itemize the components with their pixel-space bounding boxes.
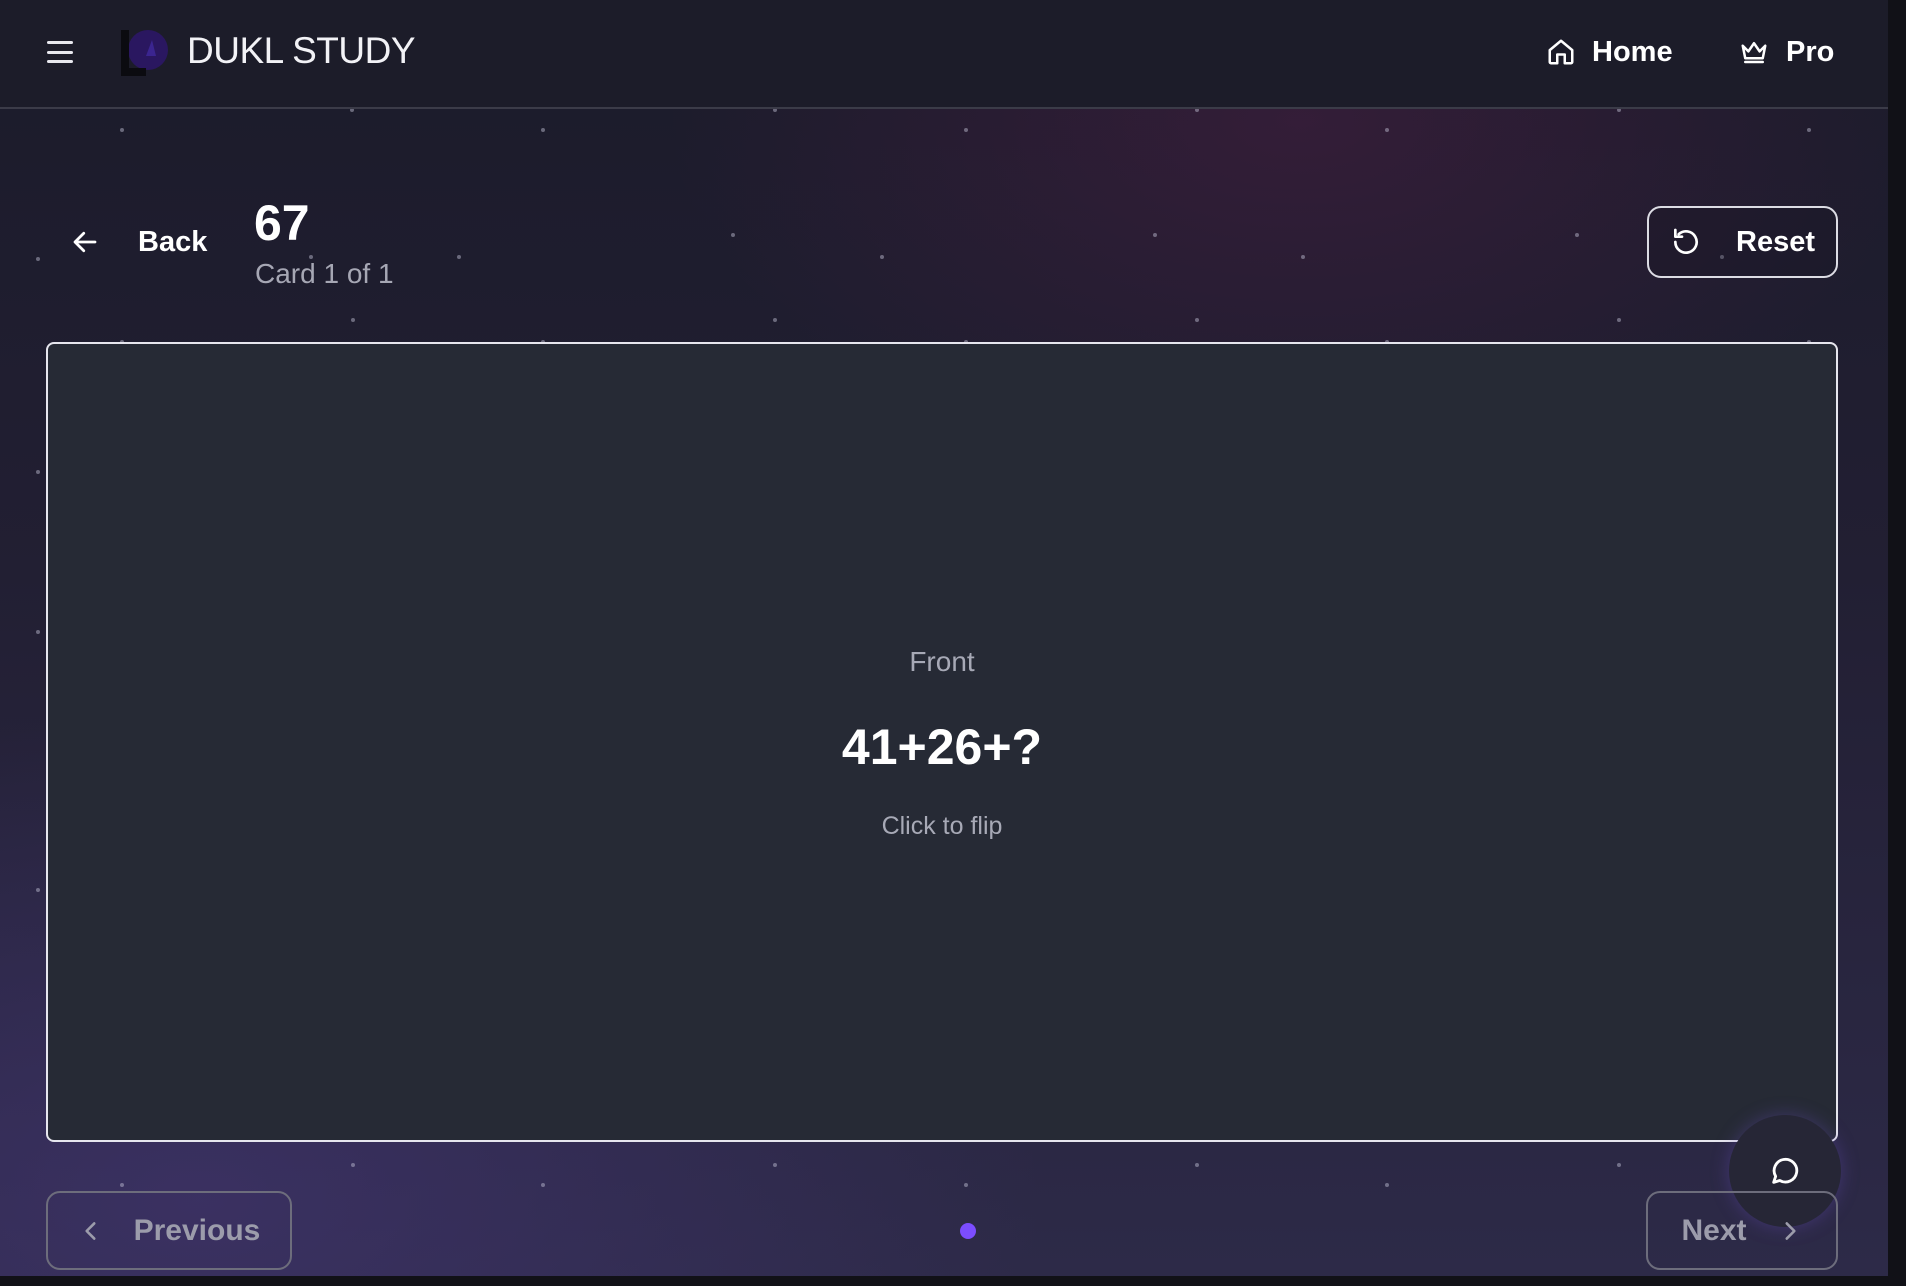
menu-icon[interactable] bbox=[44, 38, 76, 66]
nav-home-link[interactable]: Home bbox=[1546, 32, 1673, 72]
next-label: Next bbox=[1681, 1213, 1747, 1247]
nav-home-label: Home bbox=[1592, 35, 1673, 68]
logo bbox=[121, 30, 168, 76]
back-label: Back bbox=[138, 225, 208, 258]
chevron-left-icon bbox=[84, 1221, 96, 1240]
card-question: 41+26+? bbox=[841, 719, 1043, 775]
brand-name[interactable]: DUKL STUDY bbox=[187, 30, 416, 72]
chevron-right-icon bbox=[1784, 1221, 1796, 1240]
flip-hint: Click to flip bbox=[881, 812, 1003, 840]
previous-button[interactable]: Previous bbox=[46, 1191, 292, 1270]
top-bar: DUKL STUDY Home Pro bbox=[0, 0, 1888, 109]
card-counter: Card 1 of 1 bbox=[255, 258, 394, 289]
card-indicator-dot[interactable] bbox=[960, 1223, 976, 1239]
home-icon bbox=[1548, 39, 1574, 65]
crown-icon bbox=[1741, 42, 1767, 64]
flashcard[interactable]: Front 41+26+? Click to flip bbox=[46, 342, 1838, 1142]
reset-label: Reset bbox=[1736, 225, 1815, 258]
back-button[interactable]: Back bbox=[70, 220, 207, 264]
previous-label: Previous bbox=[133, 1213, 261, 1247]
next-button[interactable]: Next bbox=[1646, 1191, 1838, 1270]
study-app: DUKL STUDY Home Pro Back 67 Card 1 of 1 … bbox=[0, 0, 1888, 1276]
arrow-left-icon bbox=[73, 231, 97, 253]
chat-bubble-icon bbox=[1772, 1157, 1799, 1184]
card-side-label: Front bbox=[909, 646, 975, 677]
reset-button[interactable]: Reset bbox=[1647, 206, 1838, 278]
reset-icon bbox=[1674, 228, 1698, 254]
nav-pro-label: Pro bbox=[1786, 35, 1835, 68]
deck-title: 67 bbox=[254, 195, 310, 251]
nav-pro-link[interactable]: Pro bbox=[1738, 32, 1834, 72]
